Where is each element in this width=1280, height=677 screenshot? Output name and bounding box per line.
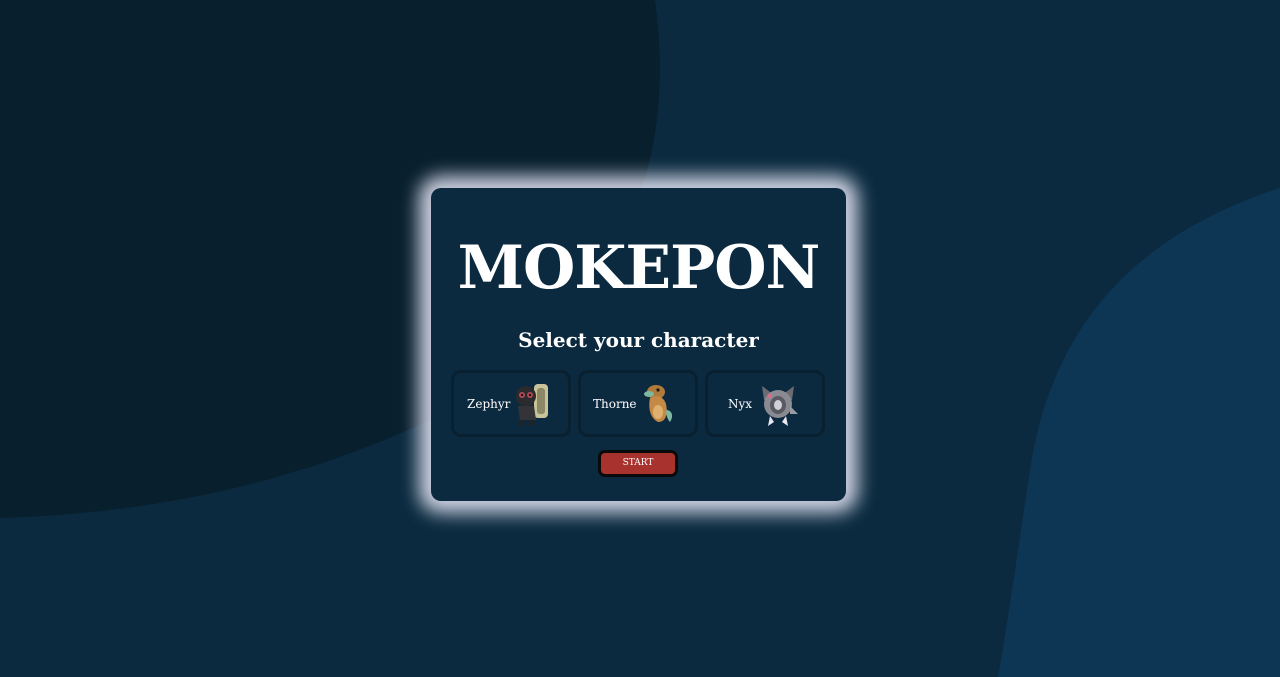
select-character-heading: Select your character <box>518 328 759 352</box>
zephyr-sprite-icon <box>516 384 548 426</box>
character-option-thorne[interactable]: Thorne <box>578 370 698 437</box>
character-option-zephyr[interactable]: Zephyr <box>451 370 571 437</box>
character-select-card: MOKEPON Select your character Zephyr Tho… <box>431 188 846 501</box>
nyx-sprite-icon <box>762 386 798 426</box>
character-options: Zephyr Thorne Nyx <box>451 370 826 437</box>
game-title: MOKEPON <box>457 233 821 303</box>
character-option-nyx[interactable]: Nyx <box>705 370 825 437</box>
character-name-nyx: Nyx <box>728 397 753 411</box>
thorne-sprite-icon <box>644 385 673 422</box>
character-name-thorne: Thorne <box>593 397 637 411</box>
start-button[interactable]: START <box>598 450 678 477</box>
character-name-zephyr: Zephyr <box>467 397 511 411</box>
